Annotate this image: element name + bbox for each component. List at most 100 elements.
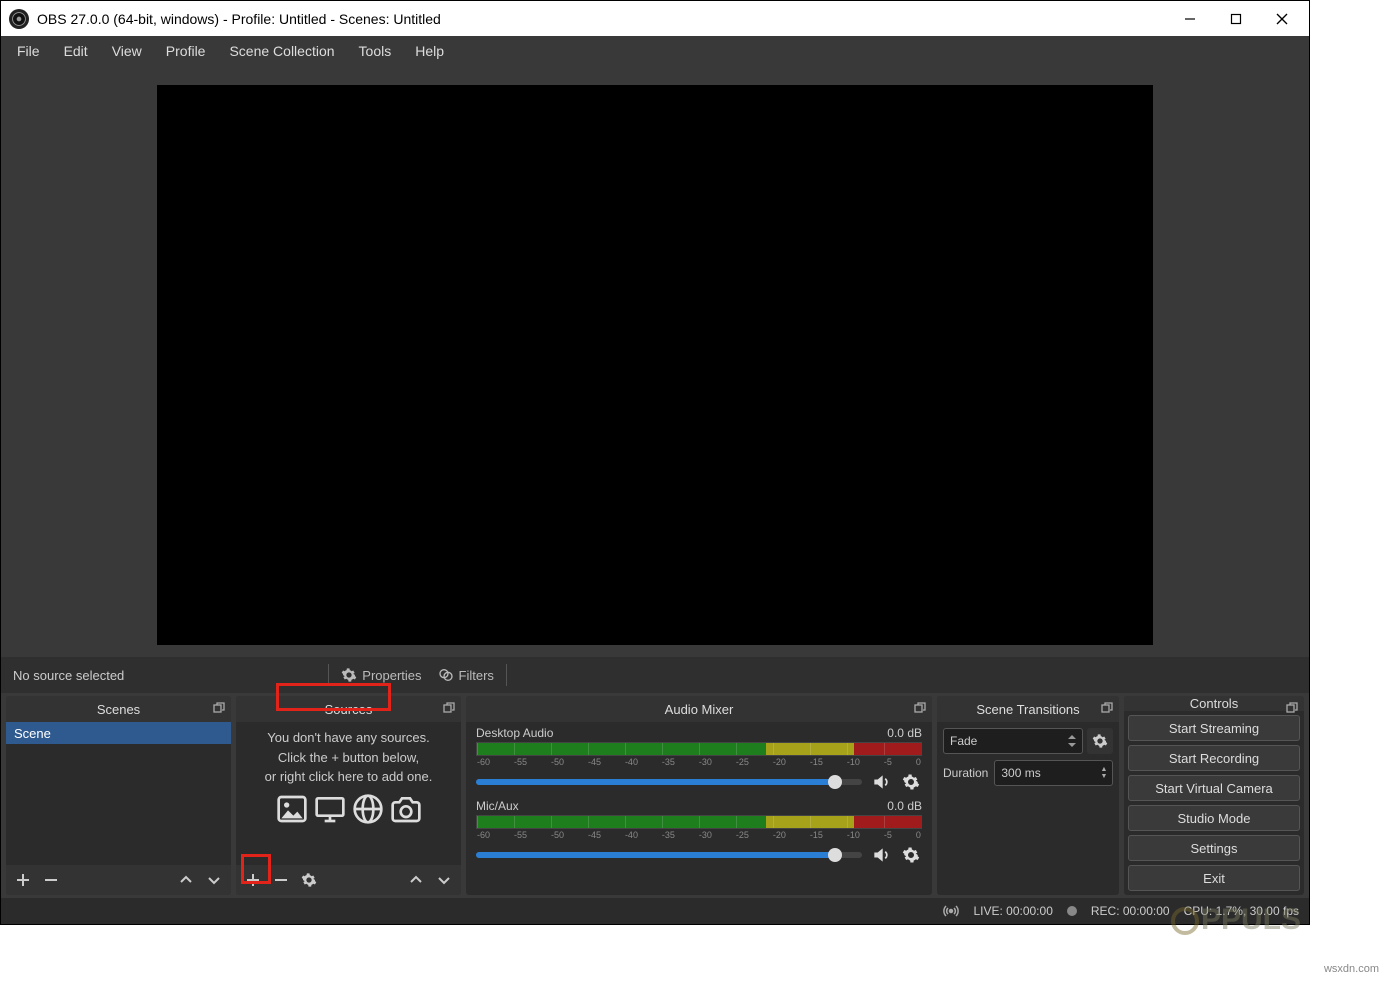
watermark-logo: PPULS [1171, 887, 1371, 947]
titlebar: OBS 27.0.0 (64-bit, windows) - Profile: … [1, 1, 1309, 36]
menu-edit[interactable]: Edit [52, 36, 100, 66]
sources-empty-message: You don't have any sources. Click the + … [236, 722, 461, 825]
popout-icon[interactable] [441, 700, 457, 716]
sources-header[interactable]: Sources [236, 696, 461, 722]
gear-icon [341, 667, 357, 683]
sources-dock: Sources You don't have any sources. Clic… [236, 696, 461, 895]
popout-icon[interactable] [1099, 700, 1115, 716]
window-title: OBS 27.0.0 (64-bit, windows) - Profile: … [37, 11, 1167, 27]
filters-icon [438, 667, 454, 683]
controls-title: Controls [1190, 696, 1238, 711]
scenes-header[interactable]: Scenes [6, 696, 231, 722]
mixer-title: Audio Mixer [665, 702, 734, 717]
move-source-down-button[interactable] [431, 867, 457, 893]
mixer-header[interactable]: Audio Mixer [466, 696, 932, 722]
svg-text:PPULS: PPULS [1201, 903, 1301, 936]
sources-empty-l1: You don't have any sources. [244, 728, 453, 748]
minimize-button[interactable] [1167, 3, 1213, 35]
transitions-header[interactable]: Scene Transitions [937, 696, 1119, 722]
settings-button[interactable]: Settings [1128, 835, 1300, 861]
app-window: OBS 27.0.0 (64-bit, windows) - Profile: … [0, 0, 1310, 925]
audio-meter [476, 815, 922, 829]
menu-help[interactable]: Help [403, 36, 456, 66]
rec-status: REC: 00:00:00 [1091, 904, 1170, 918]
controls-dock: Controls Start Streaming Start Recording… [1124, 696, 1304, 895]
spinbox-arrows[interactable]: ▲▼ [1096, 766, 1112, 780]
transitions-body: Fade Duration 300 ms ▲▼ [937, 722, 1119, 792]
meter-labels: -60-55-50-45-40-35-30-25-20-15-10-50 [476, 757, 922, 767]
channel-db: 0.0 dB [887, 799, 922, 813]
properties-label: Properties [362, 668, 421, 683]
studio-mode-button[interactable]: Studio Mode [1128, 805, 1300, 831]
source-type-icons [244, 793, 453, 825]
display-source-icon [314, 793, 346, 825]
move-scene-down-button[interactable] [201, 867, 227, 893]
start-streaming-button[interactable]: Start Streaming [1128, 715, 1300, 741]
broadcast-icon [943, 904, 959, 918]
camera-source-icon [390, 793, 422, 825]
status-bar: LIVE: 00:00:00 REC: 00:00:00 CPU: 1.7%, … [1, 898, 1309, 924]
menu-view[interactable]: View [100, 36, 154, 66]
scenes-list[interactable]: Scene [6, 722, 231, 865]
popout-icon[interactable] [211, 700, 227, 716]
preview-canvas[interactable] [157, 85, 1153, 645]
transition-settings-button[interactable] [1087, 728, 1113, 754]
popout-icon[interactable] [1284, 700, 1300, 716]
live-status: LIVE: 00:00:00 [973, 904, 1052, 918]
channel-settings-button[interactable] [900, 771, 922, 793]
scenes-dock: Scenes Scene [6, 696, 231, 895]
controls-header[interactable]: Controls [1124, 696, 1304, 711]
duration-spinbox[interactable]: 300 ms ▲▼ [994, 760, 1113, 786]
audio-meter [476, 742, 922, 756]
browser-source-icon [352, 793, 384, 825]
maximize-button[interactable] [1213, 3, 1259, 35]
sources-list[interactable]: You don't have any sources. Click the + … [236, 722, 461, 865]
scenes-toolbar [6, 865, 231, 895]
volume-slider[interactable] [476, 852, 862, 858]
menu-profile[interactable]: Profile [154, 36, 218, 66]
source-settings-button[interactable] [296, 867, 322, 893]
channel-db: 0.0 dB [887, 726, 922, 740]
remove-source-button[interactable] [268, 867, 294, 893]
menu-file[interactable]: File [5, 36, 52, 66]
transitions-title: Scene Transitions [976, 702, 1079, 717]
filters-button[interactable]: Filters [430, 661, 502, 689]
dropdown-icon [1068, 735, 1076, 747]
speaker-icon[interactable] [870, 844, 892, 866]
channel-name: Desktop Audio [476, 726, 553, 740]
move-source-up-button[interactable] [403, 867, 429, 893]
add-scene-button[interactable] [10, 867, 36, 893]
channel-settings-button[interactable] [900, 844, 922, 866]
volume-slider[interactable] [476, 779, 862, 785]
scene-item[interactable]: Scene [6, 722, 231, 744]
menu-tools[interactable]: Tools [347, 36, 404, 66]
preview-area [1, 66, 1309, 657]
transition-select[interactable]: Fade [943, 728, 1083, 754]
sources-title: Sources [325, 702, 373, 717]
menu-scene-collection[interactable]: Scene Collection [217, 36, 346, 66]
transitions-dock: Scene Transitions Fade Duration 300 ms ▲… [937, 696, 1119, 895]
audio-mixer-dock: Audio Mixer Desktop Audio 0.0 dB -60-55-… [466, 696, 932, 895]
transition-value: Fade [950, 734, 977, 748]
menu-bar: File Edit View Profile Scene Collection … [1, 36, 1309, 66]
scenes-title: Scenes [97, 702, 140, 717]
docks-container: Scenes Scene Sources You don't [1, 693, 1309, 898]
toolbar-separator [328, 664, 329, 686]
start-recording-button[interactable]: Start Recording [1128, 745, 1300, 771]
speaker-icon[interactable] [870, 771, 892, 793]
sources-empty-l3: or right click here to add one. [244, 767, 453, 787]
mixer-body: Desktop Audio 0.0 dB -60-55-50-45-40-35-… [466, 722, 932, 895]
add-source-button[interactable] [240, 867, 266, 893]
close-button[interactable] [1259, 3, 1305, 35]
popout-icon[interactable] [912, 700, 928, 716]
move-scene-up-button[interactable] [173, 867, 199, 893]
controls-body: Start Streaming Start Recording Start Vi… [1124, 711, 1304, 895]
watermark-text: wsxdn.com [1324, 963, 1379, 975]
obs-app-icon [9, 9, 29, 29]
remove-scene-button[interactable] [38, 867, 64, 893]
duration-label: Duration [943, 766, 988, 780]
duration-value: 300 ms [995, 766, 1096, 780]
start-virtual-camera-button[interactable]: Start Virtual Camera [1128, 775, 1300, 801]
properties-button[interactable]: Properties [333, 661, 429, 689]
no-source-label: No source selected [7, 668, 124, 683]
